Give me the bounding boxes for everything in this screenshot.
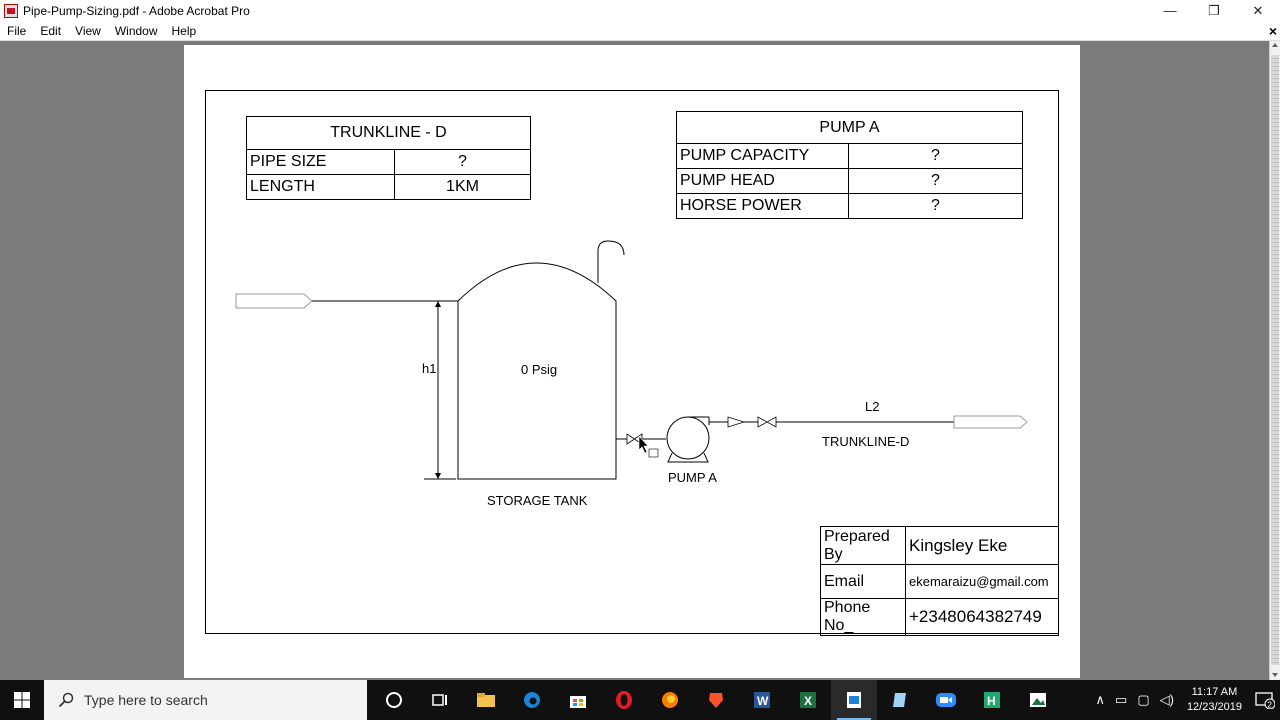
storage-tank-label: STORAGE TANK [487,493,588,508]
search-placeholder: Type here to search [84,692,208,708]
menu-help[interactable]: Help [165,24,204,38]
menu-view[interactable]: View [68,24,108,38]
word-icon[interactable]: W [739,680,785,720]
system-clock[interactable]: 11:17 AM 12/23/2019 [1187,685,1242,715]
close-document-icon[interactable]: × [1269,23,1277,39]
scroll-thumb[interactable] [1271,55,1279,665]
prepared-by-value: Kingsley Eke [905,526,1059,565]
store-icon[interactable] [555,680,601,720]
task-view-icon[interactable] [417,680,463,720]
taskbar-search-box[interactable]: Type here to search [44,680,367,720]
tank-pressure-label: 0 Psig [521,362,557,377]
phone-value: +2348064382749 [905,598,1059,636]
clock-time: 11:17 AM [1191,686,1238,698]
close-button[interactable]: ✕ [1236,0,1280,21]
outlet-stream-arrow [953,415,1028,429]
scroll-up-icon[interactable] [1272,43,1278,47]
zoom-icon[interactable] [923,680,969,720]
notification-icon: 2 [1255,692,1275,710]
windows-logo-icon [14,692,30,708]
taskbar-app-icons: W X H [371,680,1061,720]
pdf-page: TRUNKLINE - D PIPE SIZE ? LENGTH 1KM PUM… [184,45,1080,678]
h1-arrow-bottom [435,473,441,479]
h1-arrow-top [435,301,441,307]
system-tray: ∧ ▭ ▢ ◁) 11:17 AM 12/23/2019 2 [1091,680,1280,720]
opera-icon[interactable] [601,680,647,720]
menu-file[interactable]: File [0,24,33,38]
l2-label: L2 [865,399,879,414]
window-title: Pipe-Pump-Sizing.pdf - Adobe Acrobat Pro [23,3,250,18]
file-explorer-icon[interactable] [463,680,509,720]
firefox-icon[interactable] [647,680,693,720]
battery-icon[interactable]: ▭ [1115,692,1127,708]
svg-text:W: W [757,694,769,708]
action-center-button[interactable]: 2 [1250,680,1280,720]
svg-text:X: X [804,694,812,708]
scroll-down-icon[interactable] [1272,673,1278,677]
vertical-scrollbar[interactable] [1269,41,1280,680]
pdf-file-icon [4,3,18,18]
svg-text:H: H [987,694,996,708]
email-label: Email [820,564,906,599]
discharge-valve-icon [757,416,777,428]
pump-a-icon[interactable] [666,416,710,460]
hysys-icon[interactable]: H [969,680,1015,720]
check-valve-icon [727,416,746,428]
network-icon[interactable]: ▢ [1137,692,1149,708]
excel-icon[interactable]: X [785,680,831,720]
search-icon [58,692,74,708]
phone-label: Phone No_ [820,598,906,636]
clock-date: 12/23/2019 [1186,701,1242,713]
notepad-icon[interactable] [877,680,923,720]
notification-count: 2 [1268,701,1273,710]
photos-icon[interactable] [1015,680,1061,720]
prepared-by-label: Prepared By [820,526,906,565]
cursor-anchor-icon [648,448,659,458]
cortana-icon[interactable] [371,680,417,720]
inlet-stream-arrow [235,293,313,309]
window-controls: — ❐ ✕ [1148,0,1280,21]
email-value: ekemaraizu@gmail.com [905,564,1059,599]
start-button[interactable] [0,680,44,720]
prepared-by-table: Prepared By Kingsley Eke Email ekemaraiz… [820,526,1059,636]
pump-a-label: PUMP A [668,470,717,485]
menu-edit[interactable]: Edit [33,24,68,38]
taskbar: Type here to search W X H ∧ ▭ ▢ ◁) 11:17… [0,680,1280,720]
tank-vent [597,240,625,283]
menu-bar: File Edit View Window Help × [0,21,1280,41]
h1-label: h1 [422,361,436,376]
brave-icon[interactable] [693,680,739,720]
trunkline-d-label: TRUNKLINE-D [822,434,909,449]
title-bar: Pipe-Pump-Sizing.pdf - Adobe Acrobat Pro… [0,0,1280,21]
volume-icon[interactable]: ◁) [1160,692,1174,708]
restore-button[interactable]: ❐ [1192,0,1236,21]
show-hidden-icons-icon[interactable]: ∧ [1096,692,1106,708]
acrobat-icon[interactable] [831,680,877,720]
minimize-button[interactable]: — [1148,0,1192,21]
edge-icon[interactable] [509,680,555,720]
menu-window[interactable]: Window [108,24,165,38]
